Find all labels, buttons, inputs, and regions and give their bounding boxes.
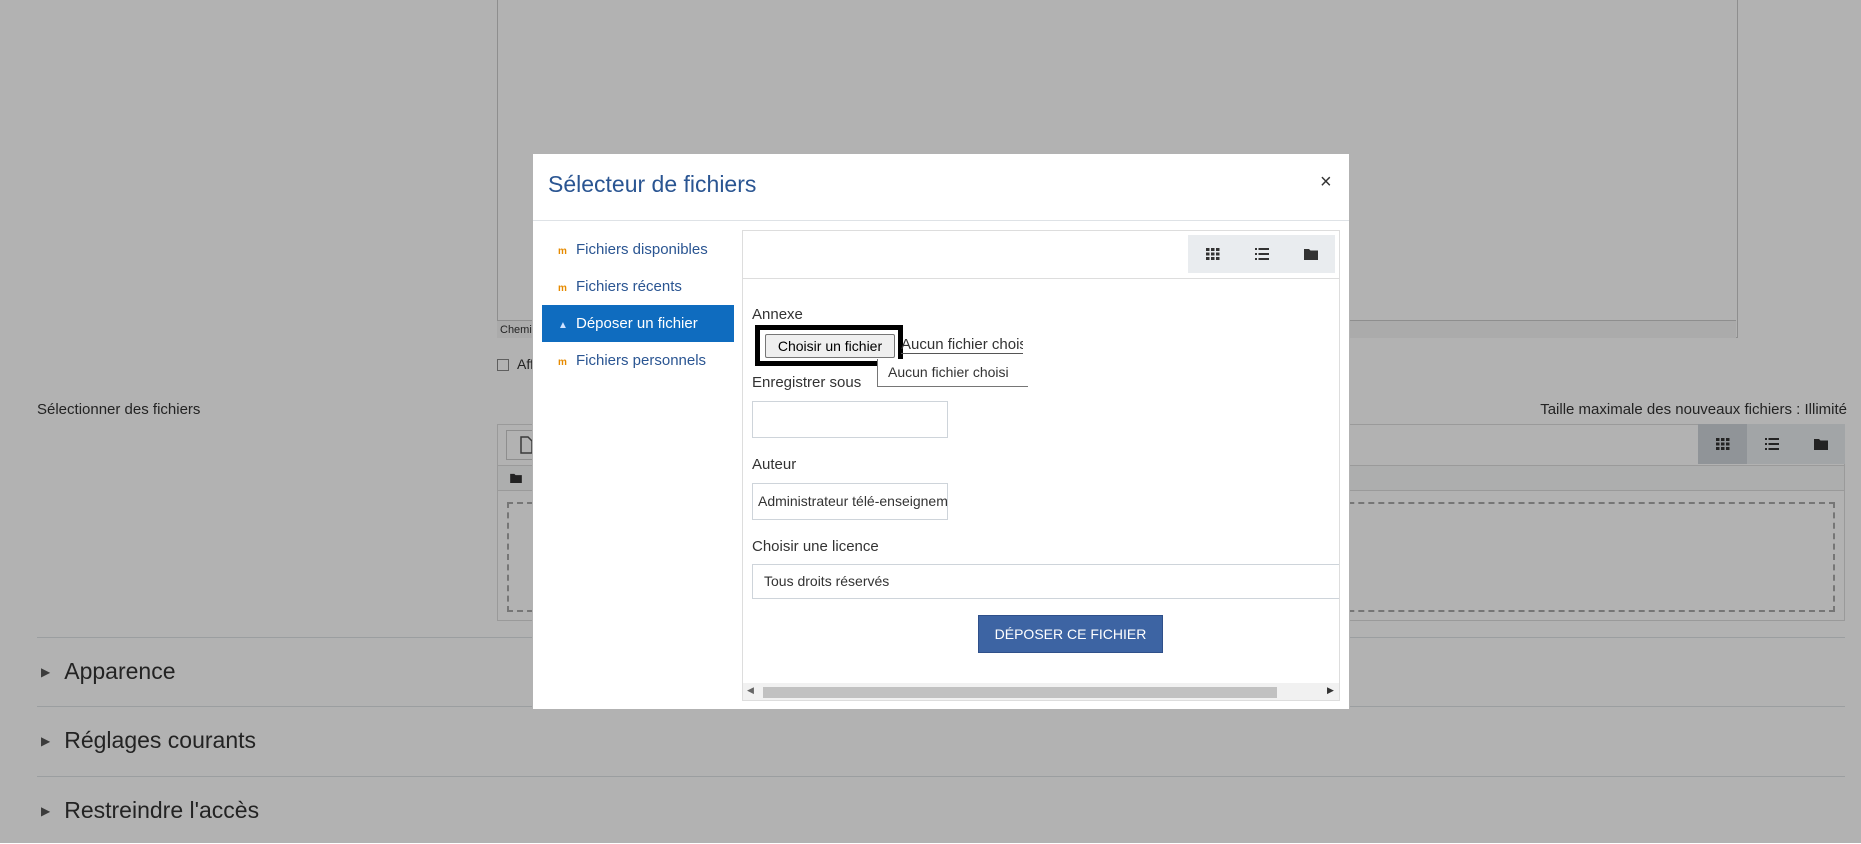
dialog-header: Sélecteur de fichiers × bbox=[533, 154, 1349, 221]
repository-nav: m Fichiers disponibles m Fichiers récents … bbox=[542, 231, 734, 379]
author-input[interactable]: Administrateur télé-enseignement bbox=[752, 483, 948, 520]
moodle-icon: m bbox=[558, 245, 567, 257]
moodle-icon: m bbox=[558, 282, 567, 294]
nav-label: Fichiers personnels bbox=[576, 352, 707, 369]
file-tooltip: Aucun fichier choisi bbox=[877, 359, 1028, 387]
view-switcher bbox=[1188, 235, 1335, 273]
list-view-button[interactable] bbox=[1237, 235, 1286, 273]
save-as-input[interactable] bbox=[752, 401, 948, 438]
upload-icon: ▲ bbox=[558, 319, 568, 331]
upload-file-button[interactable]: Déposer ce fichier bbox=[978, 615, 1163, 653]
grid-view-button[interactable] bbox=[1188, 235, 1237, 273]
save-as-label: Enregistrer sous bbox=[752, 374, 862, 391]
nav-label: Fichiers récents bbox=[576, 278, 682, 295]
close-icon[interactable]: × bbox=[1320, 171, 1332, 194]
horizontal-scrollbar[interactable]: ◀ ▶ bbox=[743, 683, 1339, 700]
repo-available-files[interactable]: m Fichiers disponibles bbox=[542, 231, 734, 268]
content-toolbar bbox=[743, 231, 1339, 279]
file-picker-dialog: Sélecteur de fichiers × m Fichiers dispon… bbox=[532, 153, 1350, 710]
licence-label: Choisir une licence bbox=[752, 538, 879, 555]
repo-upload-file[interactable]: ▲ Déposer un fichier bbox=[542, 305, 734, 342]
moodle-icon: m bbox=[558, 356, 567, 368]
choose-file-button[interactable]: Choisir un fichier bbox=[765, 334, 895, 358]
repository-content: Annexe Choisir un fichier Aucun fichier … bbox=[742, 230, 1340, 701]
licence-select[interactable]: Tous droits réservés bbox=[752, 564, 1339, 599]
dialog-title: Sélecteur de fichiers bbox=[548, 171, 757, 197]
file-status: Aucun fichier choisi bbox=[901, 336, 1023, 354]
page: Chemin Aff Sélectionner des fichiers Tai… bbox=[0, 0, 1861, 843]
folder-icon bbox=[1303, 249, 1318, 260]
attachment-label: Annexe bbox=[752, 306, 803, 323]
scrollbar-thumb[interactable] bbox=[763, 687, 1277, 698]
scroll-left-icon[interactable]: ◀ bbox=[747, 685, 754, 696]
grid-icon bbox=[1205, 248, 1219, 260]
tree-view-button[interactable] bbox=[1286, 235, 1335, 273]
nav-label: Déposer un fichier bbox=[576, 315, 698, 332]
repo-recent-files[interactable]: m Fichiers récents bbox=[542, 268, 734, 305]
scroll-right-icon[interactable]: ▶ bbox=[1327, 685, 1334, 696]
author-label: Auteur bbox=[752, 456, 797, 473]
list-icon bbox=[1254, 248, 1269, 260]
repo-private-files[interactable]: m Fichiers personnels bbox=[542, 342, 734, 379]
nav-label: Fichiers disponibles bbox=[576, 241, 708, 258]
